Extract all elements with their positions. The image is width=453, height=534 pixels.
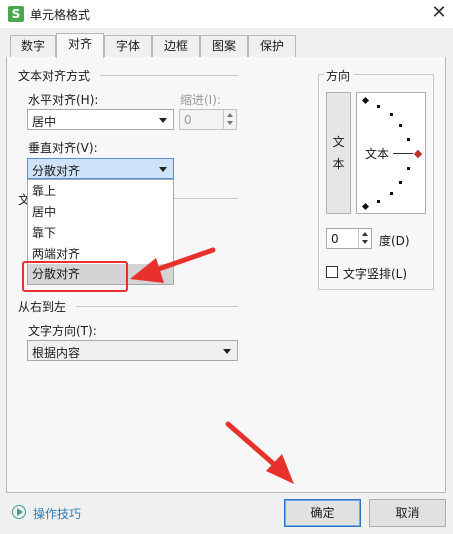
- annotation-arrow-to-ok: [225, 421, 294, 484]
- annotation-arrow-to-option: [130, 247, 216, 283]
- annotation-arrows: [130, 247, 294, 484]
